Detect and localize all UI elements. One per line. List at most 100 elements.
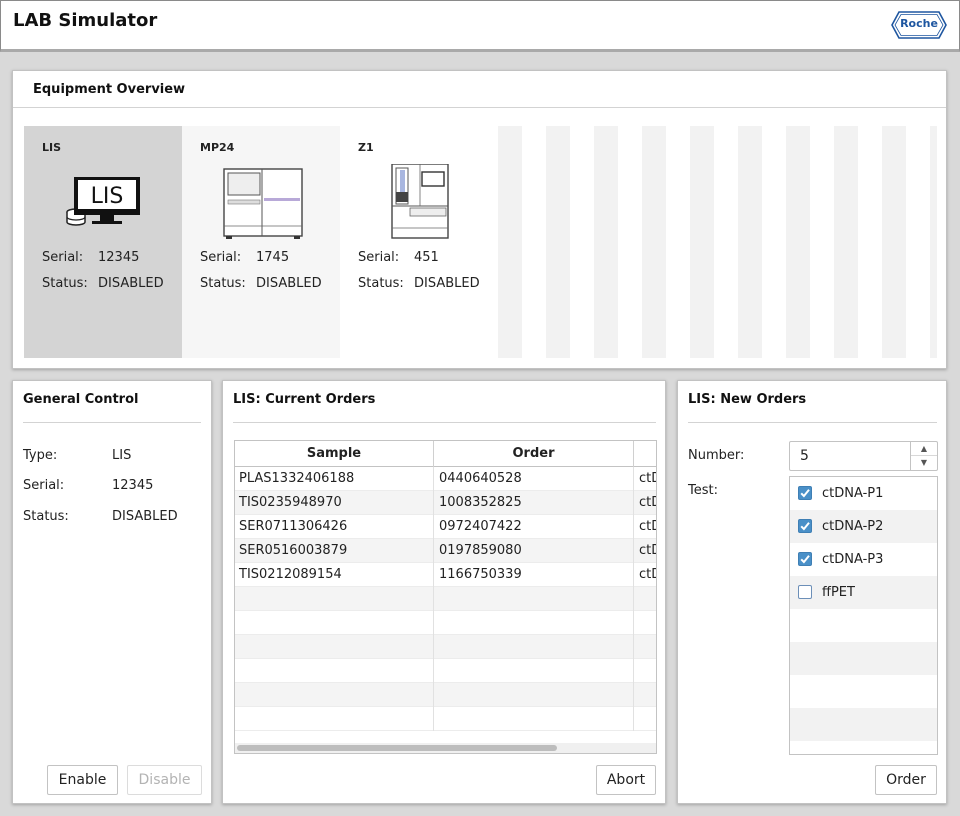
table-row[interactable]: SER05160038790197859080 ctD — [235, 539, 656, 563]
decrement-arrow-icon[interactable]: ▼ — [911, 456, 937, 470]
status-value: DISABLED — [414, 276, 480, 291]
enable-button[interactable]: Enable — [47, 765, 118, 795]
status-value: DISABLED — [256, 276, 322, 291]
roche-logo: Roche — [891, 10, 947, 40]
test-option[interactable]: ctDNA-P1 — [790, 477, 937, 510]
number-value[interactable]: 5 — [800, 442, 809, 470]
general-control-panel: General Control Type: LIS Serial: 12345 … — [12, 380, 212, 804]
horizontal-scrollbar[interactable] — [235, 743, 656, 753]
mp24-instrument-icon — [222, 164, 306, 242]
serial-label: Serial: — [200, 250, 242, 265]
table-row[interactable]: TIS02120891541166750339 ctD — [235, 563, 656, 587]
sample-cell: TIS0235948970 — [235, 491, 434, 515]
status-label: Status: — [23, 509, 69, 524]
orders-table[interactable]: Sample Order PLAS13324061880440640528 ctD… — [234, 440, 657, 754]
test-option[interactable]: ctDNA-P2 — [790, 510, 937, 543]
test-cell — [634, 587, 656, 611]
sample-cell — [235, 611, 434, 635]
test-cell: ctD — [639, 567, 656, 582]
divider — [23, 422, 201, 423]
checkbox[interactable] — [798, 585, 812, 599]
lis-screen-text: LIS — [91, 184, 124, 209]
table-header: Sample Order — [235, 441, 656, 467]
order-cell: 1008352825 — [434, 491, 634, 515]
status-value: DISABLED — [98, 276, 164, 291]
abort-button[interactable]: Abort — [596, 765, 656, 795]
test-cell — [634, 707, 656, 731]
equipment-overview-title: Equipment Overview — [33, 82, 186, 97]
serial-label: Serial: — [23, 478, 65, 493]
current-orders-title: LIS: Current Orders — [233, 392, 376, 407]
increment-arrow-icon[interactable]: ▲ — [911, 442, 937, 456]
order-cell — [434, 659, 634, 683]
sample-cell: TIS0212089154 — [235, 563, 434, 587]
list-filler-row — [790, 609, 937, 642]
list-filler-row — [790, 642, 937, 675]
test-option[interactable]: ffPET — [790, 576, 937, 609]
new-orders-title: LIS: New Orders — [688, 392, 807, 407]
equipment-tile-z1[interactable]: Z1 Serial: 451 Status: DISABLED — [340, 126, 498, 358]
serial-label: Serial: — [358, 250, 400, 265]
status-label: Status: — [200, 276, 246, 291]
sample-cell — [235, 683, 434, 707]
order-cell — [434, 707, 634, 731]
table-row[interactable] — [235, 707, 656, 731]
test-cell: ctD — [639, 495, 656, 510]
test-cell — [634, 635, 656, 659]
scrollbar-thumb[interactable] — [237, 745, 557, 751]
table-row[interactable]: TIS02359489701008352825 ctD — [235, 491, 656, 515]
order-cell: 0197859080 — [434, 539, 634, 563]
test-option[interactable]: ctDNA-P3 — [790, 543, 937, 576]
table-row[interactable] — [235, 659, 656, 683]
table-row[interactable] — [235, 635, 656, 659]
table-row[interactable] — [235, 611, 656, 635]
test-option-label: ffPET — [822, 585, 855, 600]
checkmark-icon — [800, 522, 810, 531]
title-bar: LAB Simulator Roche — [0, 0, 960, 52]
sample-cell — [235, 587, 434, 611]
type-label: Type: — [23, 448, 58, 463]
table-body: PLAS13324061880440640528ctDTIS0235948970… — [235, 467, 656, 731]
serial-value: 12345 — [98, 250, 140, 265]
order-cell: 0972407422 — [434, 515, 634, 539]
equipment-name: MP24 — [200, 141, 235, 154]
test-option-label: ctDNA-P3 — [822, 552, 884, 567]
serial-value: 12345 — [112, 478, 154, 493]
order-cell: 0440640528 — [434, 467, 634, 491]
number-spinner[interactable]: 5 ▲ ▼ — [789, 441, 938, 471]
column-header-sample[interactable]: Sample — [235, 441, 434, 467]
general-control-title: General Control — [23, 392, 139, 407]
table-row[interactable] — [235, 587, 656, 611]
list-filler-row — [790, 708, 937, 741]
new-orders-panel: LIS: New Orders Number: 5 ▲ ▼ Test: ctDN… — [677, 380, 947, 804]
table-row[interactable] — [235, 683, 656, 707]
order-cell: 1166750339 — [434, 563, 634, 587]
test-label: Test: — [688, 483, 718, 498]
column-header-order[interactable]: Order — [434, 441, 634, 467]
order-cell — [434, 683, 634, 707]
lis-computer-icon: LIS — [64, 164, 148, 242]
checkbox[interactable] — [798, 486, 812, 500]
equipment-strip: LIS LIS Serial: 12345 Status: DISABLED M — [24, 126, 937, 358]
equipment-name: Z1 — [358, 141, 374, 154]
equipment-tile-lis[interactable]: LIS LIS Serial: 12345 Status: DISABLED — [24, 126, 182, 358]
equipment-tile-mp24[interactable]: MP24 Serial: 1745 Status: DISABLED — [182, 126, 340, 358]
test-cell — [634, 683, 656, 707]
checkbox[interactable] — [798, 519, 812, 533]
type-value: LIS — [112, 448, 132, 463]
table-row[interactable]: PLAS13324061880440640528 ctD — [235, 467, 656, 491]
serial-value: 451 — [414, 250, 439, 265]
number-label: Number: — [688, 448, 745, 463]
test-cell: ctD — [639, 543, 656, 558]
test-checklist: ctDNA-P1 ctDNA-P2 ctDNA-P3 ffPET — [789, 476, 938, 755]
equipment-name: LIS — [42, 141, 62, 154]
z1-instrument-icon — [380, 163, 464, 242]
checkbox[interactable] — [798, 552, 812, 566]
serial-label: Serial: — [42, 250, 84, 265]
order-button[interactable]: Order — [875, 765, 937, 795]
table-row[interactable]: SER07113064260972407422 ctD — [235, 515, 656, 539]
test-cell: ctD — [639, 519, 656, 534]
disable-button[interactable]: Disable — [127, 765, 202, 795]
equipment-overview-panel: Equipment Overview LIS LIS Serial: 12345… — [12, 70, 947, 369]
status-label: Status: — [42, 276, 88, 291]
